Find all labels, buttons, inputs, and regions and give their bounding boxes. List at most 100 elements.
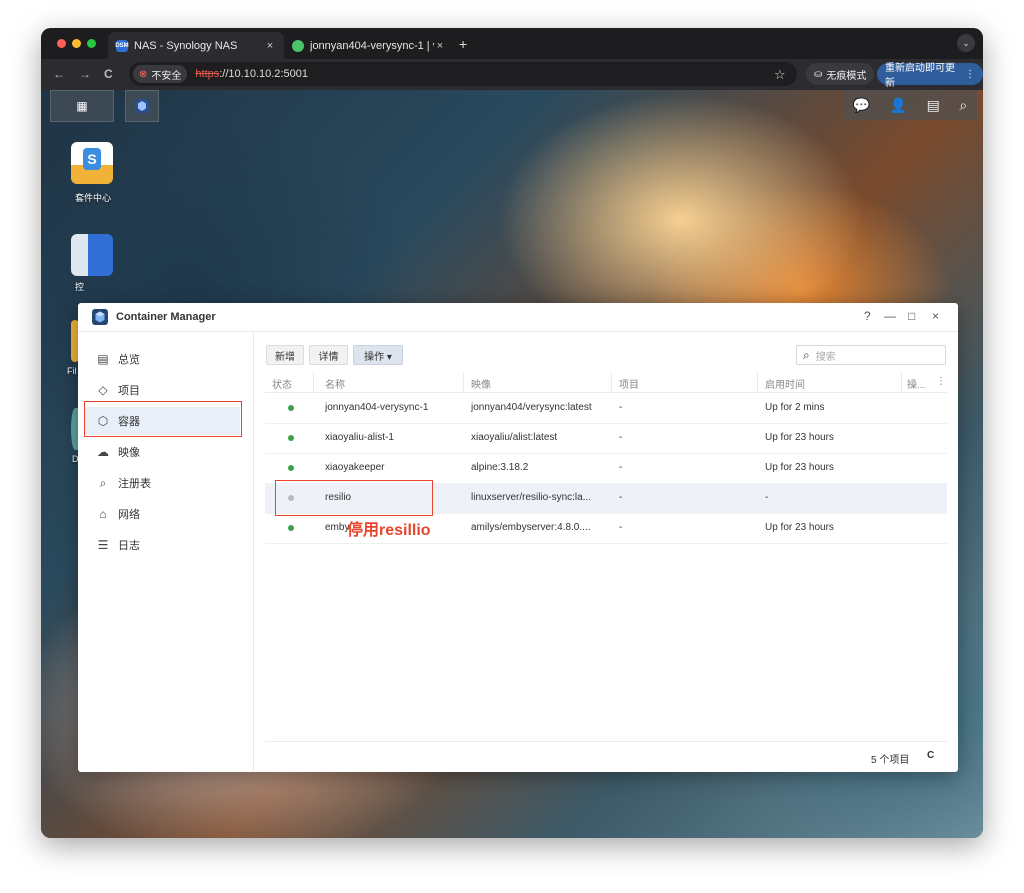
search-icon[interactable]: ⌕ <box>959 97 967 114</box>
search-field[interactable]: ⌕ 搜索 <box>796 345 946 365</box>
container-project: - <box>619 522 623 533</box>
container-project: - <box>619 462 623 473</box>
window-title: Container Manager <box>116 311 216 323</box>
column-divider <box>313 372 314 392</box>
incognito-label: 无痕模式 <box>826 70 867 82</box>
column-name[interactable]: 名称 <box>325 376 345 391</box>
registry-icon: ⌕ <box>99 475 107 490</box>
address-bar[interactable]: ⊗ 不安全 https ://10.10.10.2:5001 <box>129 62 797 86</box>
new-tab-button[interactable]: + <box>459 36 467 52</box>
container-image: xiaoyaliu/alist:latest <box>471 432 558 443</box>
container-uptime: Up for 23 hours <box>765 522 834 533</box>
sidebar-item-image[interactable]: ☁ 映像 <box>84 438 240 466</box>
column-divider <box>757 372 758 392</box>
highlight-box-resilio <box>275 480 433 516</box>
tab-synology[interactable]: DSM NAS - Synology NAS × <box>108 32 284 59</box>
container-name: xiaoyakeeper <box>325 462 385 473</box>
sidebar-item-overview[interactable]: ▤ 总览 <box>84 345 240 373</box>
warning-icon: ⊗ <box>139 68 148 80</box>
action-dropdown-button[interactable]: 操作 ▾ <box>353 345 403 365</box>
desktop-label-file-station: Fil <box>67 366 77 376</box>
control-panel-icon[interactable] <box>71 234 113 276</box>
main-menu-button[interactable]: ▦ <box>50 90 114 122</box>
more-menu-icon[interactable]: ⋮ <box>965 69 975 80</box>
minimize-button[interactable]: — <box>884 309 896 323</box>
sidebar-item-label: 映像 <box>118 447 140 459</box>
browser-window: DSM NAS - Synology NAS × jonnyan404-very… <box>41 28 983 838</box>
dsm-desktop: ▦ 💬 👤 ▤ ⌕ S 套件中心 控 Fil D Container Manag… <box>41 90 983 838</box>
back-button[interactable]: ← <box>53 67 65 81</box>
table-row[interactable]: jonnyan404-verysync-1 jonnyan404/verysyn… <box>265 393 947 424</box>
sidebar-item-label: 总览 <box>118 354 140 366</box>
highlight-box-container <box>84 401 242 437</box>
sidebar-item-registry[interactable]: ⌕ 注册表 <box>84 469 240 497</box>
close-button[interactable]: × <box>932 309 939 323</box>
column-status[interactable]: 状态 <box>272 376 292 391</box>
tab-verysync[interactable]: jonnyan404-verysync-1 | v2 × <box>284 32 454 59</box>
user-icon[interactable]: 👤 <box>890 97 907 114</box>
details-button[interactable]: 详情 <box>309 345 348 365</box>
container-uptime: Up for 2 mins <box>765 402 825 413</box>
url-text: ://10.10.10.2:5001 <box>219 68 308 80</box>
security-chip[interactable]: ⊗ 不安全 <box>133 65 188 83</box>
container-project: - <box>619 432 623 443</box>
column-uptime[interactable]: 启用时间 <box>765 376 805 391</box>
tab-title: NAS - Synology NAS <box>134 39 238 52</box>
log-icon: ☰ <box>97 538 109 552</box>
tab-close-icon[interactable]: × <box>264 40 276 52</box>
item-count: 5 个项目 <box>871 755 910 766</box>
tab-bar: DSM NAS - Synology NAS × jonnyan404-very… <box>41 28 983 59</box>
url-scheme: https <box>195 68 220 80</box>
notification-icon[interactable]: 💬 <box>853 97 870 114</box>
grid-icon: ▦ <box>76 99 88 113</box>
sidebar-item-log[interactable]: ☰ 日志 <box>84 531 240 559</box>
browser-toolbar: ← → C ⊗ 不安全 https ://10.10.10.2:5001 ☆ ⛀… <box>41 59 983 90</box>
add-button[interactable]: 新增 <box>266 345 304 365</box>
package-center-icon[interactable]: S <box>71 142 113 184</box>
table-row[interactable]: xiaoyaliu-alist-1 xiaoyaliu/alist:latest… <box>265 423 947 454</box>
maximize-button[interactable]: □ <box>908 309 915 323</box>
column-divider <box>463 372 464 392</box>
help-button[interactable]: ? <box>864 309 871 323</box>
relaunch-label: 重新启动即可更新 <box>885 63 955 89</box>
close-traffic-light[interactable] <box>57 39 66 48</box>
zoom-traffic-light[interactable] <box>87 39 96 48</box>
sidebar-item-label: 日志 <box>118 540 140 552</box>
column-project[interactable]: 项目 <box>619 376 639 391</box>
table-header: 状态 名称 映像 项目 启用时间 操... ⋮ <box>265 372 947 393</box>
sidebar-item-label: 注册表 <box>118 478 151 490</box>
status-running-dot <box>288 405 294 411</box>
status-running-dot <box>288 465 294 471</box>
overview-icon: ▤ <box>97 352 109 366</box>
container-image: amilys/embyserver:4.8.0.... <box>471 522 591 533</box>
sidebar-item-network[interactable]: ⌂ 网络 <box>84 500 240 528</box>
status-running-dot <box>288 435 294 441</box>
relaunch-update-button[interactable]: 重新启动即可更新 ⋮ <box>877 63 983 89</box>
column-actions[interactable]: 操... <box>907 376 925 391</box>
column-image[interactable]: 映像 <box>471 376 491 391</box>
bookmark-star-icon[interactable]: ☆ <box>774 67 786 83</box>
tab-close-icon[interactable]: × <box>434 40 446 52</box>
verysync-favicon-icon <box>292 39 304 52</box>
column-divider <box>611 372 612 392</box>
forward-button[interactable]: → <box>79 67 91 81</box>
widgets-icon[interactable]: ▤ <box>927 97 940 114</box>
minimize-traffic-light[interactable] <box>72 39 81 48</box>
incognito-badge[interactable]: ⛀ 无痕模式 <box>806 63 875 85</box>
container-uptime: - <box>765 492 769 503</box>
incognito-icon: ⛀ <box>814 68 823 80</box>
tab-search-button[interactable]: ⌄ <box>957 34 975 52</box>
taskbar-container-manager[interactable] <box>125 90 159 122</box>
system-tray: 💬 👤 ▤ ⌕ <box>843 90 977 120</box>
container-project: - <box>619 492 623 503</box>
sidebar-item-label: 网络 <box>118 509 140 521</box>
refresh-icon[interactable]: C <box>927 750 934 761</box>
desktop-label-control-panel: 控 <box>75 282 85 292</box>
container-uptime: Up for 23 hours <box>765 432 834 443</box>
project-icon: ◇ <box>98 383 108 397</box>
container-list-panel: 新增 详情 操作 ▾ ⌕ 搜索 状态 名称 映像 项目 启用时间 操... ⋮ … <box>253 332 958 772</box>
container-name: jonnyan404-verysync-1 <box>325 402 429 413</box>
sidebar-item-project[interactable]: ◇ 项目 <box>84 376 240 404</box>
reload-button[interactable]: C <box>104 67 113 81</box>
column-menu-icon[interactable]: ⋮ <box>936 376 946 387</box>
